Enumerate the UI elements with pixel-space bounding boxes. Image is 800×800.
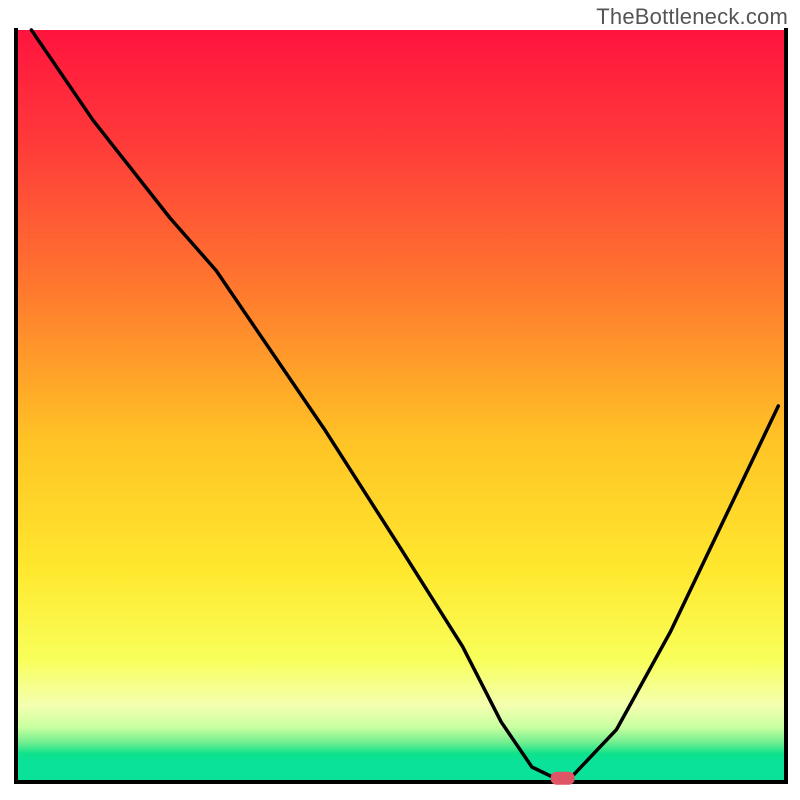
plot-background xyxy=(18,30,784,780)
watermark-text: TheBottleneck.com xyxy=(596,4,788,30)
chart-plot xyxy=(0,0,800,800)
chart-container: TheBottleneck.com xyxy=(0,0,800,800)
optimal-marker xyxy=(551,772,575,785)
